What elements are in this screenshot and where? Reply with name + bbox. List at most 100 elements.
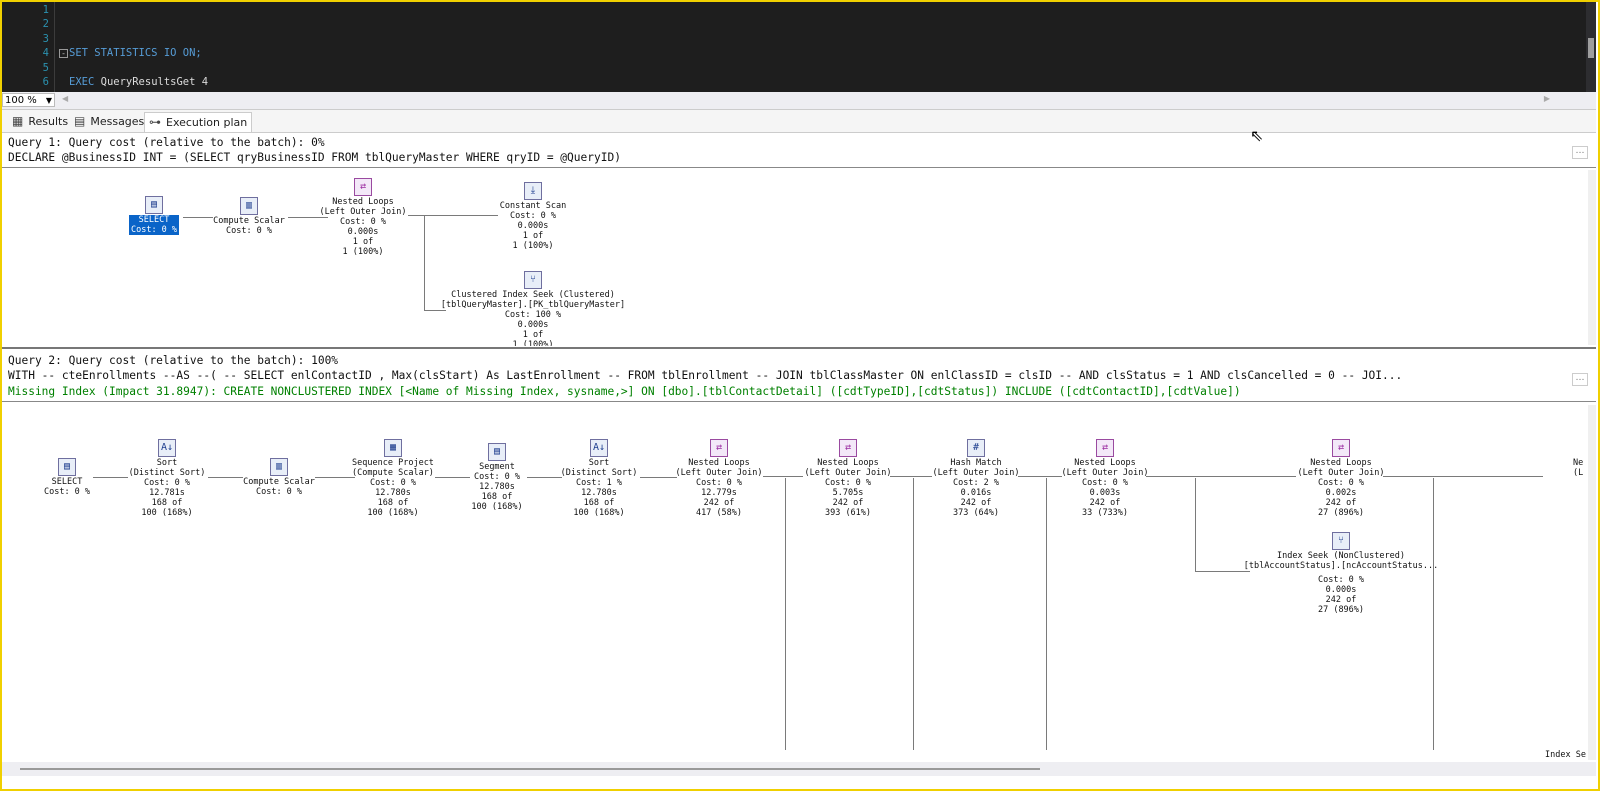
nested-loops-icon: ⇄	[839, 439, 857, 457]
node-line: [tblQueryMaster].[PK_tblQueryMaster]	[440, 300, 626, 310]
sort-icon: A↓	[158, 439, 176, 457]
divider	[2, 167, 1596, 168]
node-label: Nested Loops (Left Outer Join) Cost: 0 % 0.…	[1005, 458, 1205, 518]
node-line: Clustered Index Seek (Clustered)	[451, 290, 615, 300]
node-line: Cost: 100 %	[504, 310, 562, 320]
tab-execution-plan[interactable]: ⊶ Execution plan	[144, 112, 253, 132]
node-line: 168 of	[151, 498, 183, 508]
compute-scalar-icon: ▥	[270, 458, 288, 476]
plan-node-index-seek-partial[interactable]: Index Se	[1545, 750, 1586, 760]
grid-icon: ▦	[12, 114, 24, 128]
node-line: Cost: 0 %	[1081, 478, 1129, 488]
scroll-thumb[interactable]	[20, 768, 1040, 770]
more-button[interactable]: …	[1572, 373, 1588, 386]
node-line: Cost: 0 %	[509, 211, 557, 221]
line-number-gutter: 1 2 3 4 5 6	[2, 2, 52, 92]
tab-messages[interactable]: ▤ Messages	[70, 112, 148, 131]
node-line: Sort	[156, 458, 178, 468]
node-line: 1 of	[522, 231, 544, 241]
node-line: 242 of	[1325, 498, 1357, 508]
code-line-6[interactable]: EXEC QueryResultsGet 4	[69, 76, 208, 88]
index-seek-icon: ⑂	[1332, 532, 1350, 550]
node-line: 0.000s	[1325, 585, 1357, 595]
node-line: 1 of	[522, 330, 544, 340]
node-line: 0.000s	[517, 221, 549, 231]
node-line: 0.002s	[1325, 488, 1357, 498]
divider	[2, 401, 1596, 402]
tab-results[interactable]: ▦ Results	[8, 112, 72, 131]
node-line: 242 of	[1089, 498, 1121, 508]
nested-loops-icon: ⇄	[710, 439, 728, 457]
node-label: Index Seek (NonClustered) [tblAccountStat…	[1241, 551, 1441, 615]
line-number: 1	[42, 4, 49, 16]
plan-horizontal-scrollbar[interactable]	[2, 762, 1596, 776]
node-line: 33 (733%)	[1081, 508, 1129, 518]
more-button[interactable]: …	[1572, 146, 1588, 159]
query2-statement: WITH -- cteEnrollments --AS --( -- SELEC…	[8, 369, 1403, 382]
query2-header: Query 2: Query cost (relative to the bat…	[8, 354, 339, 367]
plan2-scrollbar[interactable]	[1588, 405, 1596, 760]
node-line: 1 (100%)	[512, 340, 554, 346]
sort-icon: A↓	[590, 439, 608, 457]
node-line: (L	[1573, 468, 1584, 478]
code-line-4[interactable]: SET STATISTICS IO ON;	[69, 47, 202, 59]
node-label: Nested Loops (Left Outer Join) Cost: 0 % 0.…	[1241, 458, 1441, 518]
node-line: Nested Loops	[1310, 458, 1372, 468]
nested-loops-icon: ⇄	[1096, 439, 1114, 457]
mouse-cursor-icon: ⇖	[1250, 126, 1264, 145]
zoom-value: 100 %	[5, 95, 37, 106]
pane-splitter[interactable]	[2, 347, 1596, 349]
node-line: 1 (100%)	[512, 241, 554, 251]
exec-procedure: QueryResultsGet 4	[94, 76, 209, 88]
node-line: Nested Loops	[1074, 458, 1136, 468]
plan-edge	[1046, 478, 1047, 750]
messages-icon: ▤	[74, 114, 86, 128]
sql-editor[interactable]: 1 2 3 4 5 6 - SET STATISTICS IO ON; EXEC…	[2, 2, 1596, 92]
node-line: Index Seek (NonClustered)	[1277, 551, 1405, 561]
gutter-divider	[54, 2, 55, 92]
plan-icon: ⊶	[149, 115, 161, 129]
query1-header: Query 1: Query cost (relative to the bat…	[8, 136, 325, 149]
plan-edge	[785, 478, 786, 750]
query1-statement: DECLARE @BusinessID INT = (SELECT qryBus…	[8, 151, 621, 164]
chevron-down-icon: ▼	[45, 96, 52, 105]
node-line: Constant Scan	[499, 201, 567, 211]
tab-label: Messages	[90, 115, 145, 128]
exec-keyword: EXEC	[69, 76, 95, 88]
node-line: [tblAccountStatus].[ncAccountStatus...	[1243, 561, 1439, 571]
node-line: 100 (168%)	[141, 508, 193, 518]
line-number: 4	[42, 47, 49, 59]
result-tabs: ▦ Results ▤ Messages ⊶ Execution plan	[2, 110, 1596, 133]
node-line: (Left Outer Join)	[1061, 468, 1149, 478]
select-icon: ▤	[145, 196, 163, 214]
plan-node-nested-loops-partial[interactable]: Ne (L	[1573, 458, 1583, 478]
index-seek-icon: ⑂	[524, 271, 542, 289]
plan1-scrollbar[interactable]	[1588, 170, 1596, 345]
nested-loops-icon: ⇄	[354, 178, 372, 196]
nested-loops-icon: ⇄	[1332, 439, 1350, 457]
collapse-icon[interactable]: -	[59, 49, 68, 58]
line-number: 5	[42, 62, 49, 74]
scroll-left-icon[interactable]: ◀	[62, 94, 68, 103]
status-strip	[2, 776, 1596, 789]
line-number: 3	[42, 33, 49, 45]
node-line: Ne	[1573, 458, 1584, 468]
tab-label: Execution plan	[166, 116, 248, 129]
node-line: Cost: 0 %	[1317, 575, 1365, 585]
node-line: Cost: 0 %	[1317, 478, 1365, 488]
scroll-thumb[interactable]	[1588, 38, 1594, 58]
zoom-bar: 100 % ▼ ◀ ▶	[2, 92, 1596, 110]
line-number: 2	[42, 18, 49, 30]
compute-scalar-icon: ▥	[240, 197, 258, 215]
hash-match-icon: #	[967, 439, 985, 457]
missing-index-hint[interactable]: Missing Index (Impact 31.8947): CREATE N…	[8, 385, 1241, 398]
scroll-right-icon[interactable]: ▶	[1544, 94, 1550, 103]
constant-scan-icon: ⤓	[524, 182, 542, 200]
zoom-select[interactable]: 100 % ▼	[2, 93, 55, 107]
editor-scrollbar[interactable]	[1586, 2, 1596, 92]
node-label: Constant Scan Cost: 0 % 0.000s 1 of 1 (100%)	[433, 201, 633, 251]
node-line: 27 (896%)	[1317, 605, 1365, 615]
line-number: 6	[42, 76, 49, 88]
sequence-project-icon: ▦	[384, 439, 402, 457]
tab-label: Results	[28, 115, 69, 128]
